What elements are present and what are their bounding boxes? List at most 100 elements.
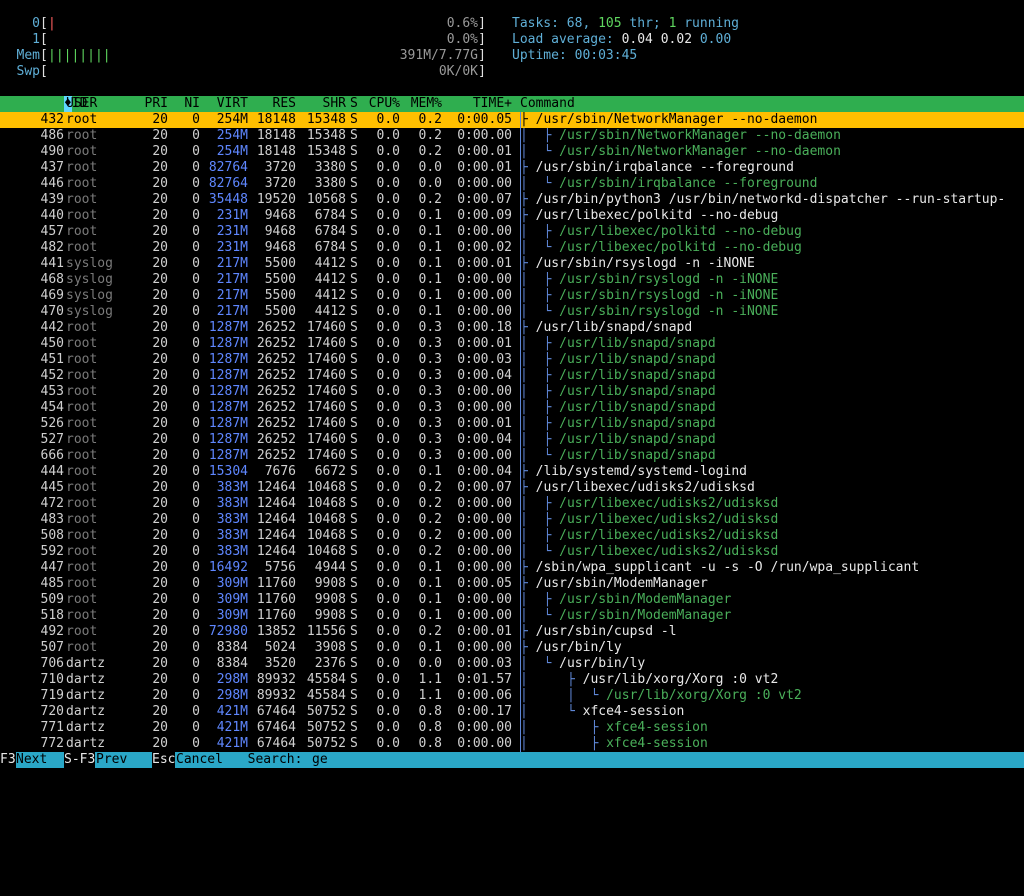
process-list[interactable]: 432 root 20 0 254M 18148 15348 S 0.0 0.2 0:00.05 ├ … [0,112,1024,752]
cell-shr: 17460 [306,400,346,415]
process-row[interactable]: 719 dartz 20 0 298M 89932 45584 S 0.0 1.1 0:00.06 │… [0,688,1024,704]
cell-shr: 6784 [314,240,346,255]
process-row[interactable]: 509 root 20 0 309M 11760 9908 S 0.0 0.1 0:00.00 │ ├… [0,592,1024,608]
shift-f3-key[interactable]: S-F3 [64,752,96,768]
process-row[interactable]: 485 root 20 0 309M 11760 9908 S 0.0 0.1 0:00.05 ├ /… [0,576,1024,592]
cell-pri: 20 [152,416,168,431]
process-row[interactable]: 446 root 20 0 82764 3720 3380 S 0.0 0.0 0:00.00 │ └… [0,176,1024,192]
f3-key[interactable]: F3 [0,752,16,768]
process-row[interactable]: 518 root 20 0 309M 11760 9908 S 0.0 0.1 0:00.00 │ └… [0,608,1024,624]
process-row[interactable]: 442 root 20 0 1287M 26252 17460 S 0.0 0.3 0:00.18 ├… [0,320,1024,336]
column-virt[interactable]: VIRT [200,96,248,112]
cell-user: root [66,160,98,175]
cell-cpu: 0.0 [376,448,400,463]
cell-mem: 0.3 [418,448,442,463]
process-row[interactable]: 457 root 20 0 231M 9468 6784 S 0.0 0.1 0:00.00 │ ├ … [0,224,1024,240]
process-row[interactable]: 450 root 20 0 1287M 26252 17460 S 0.0 0.3 0:00.01 │… [0,336,1024,352]
process-row[interactable]: 439 root 20 0 35448 19520 10568 S 0.0 0.2 0:00.07 ├… [0,192,1024,208]
cancel-button[interactable]: Cancel [176,752,223,768]
column-res[interactable]: RES [250,96,296,112]
cell-pid: 452 [40,368,64,383]
process-row[interactable]: 452 root 20 0 1287M 26252 17460 S 0.0 0.3 0:00.04 │… [0,368,1024,384]
cell-ni: 0 [192,384,200,399]
process-row[interactable]: 490 root 20 0 254M 18148 15348 S 0.0 0.2 0:00.01 │ … [0,144,1024,160]
process-row[interactable]: 454 root 20 0 1287M 26252 17460 S 0.0 0.3 0:00.00 │… [0,400,1024,416]
process-row[interactable]: 710 dartz 20 0 298M 89932 45584 S 0.0 1.1 0:01.57 │… [0,672,1024,688]
process-row[interactable]: 432 root 20 0 254M 18148 15348 S 0.0 0.2 0:00.05 ├ … [0,112,1024,128]
process-row[interactable]: 772 dartz 20 0 421M 67464 50752 S 0.0 0.8 0:00.00 │… [0,736,1024,752]
process-row[interactable]: 445 root 20 0 383M 12464 10468 S 0.0 0.2 0:00.07 ├ … [0,480,1024,496]
cell-pri: 20 [152,496,168,511]
cell-pri: 20 [152,736,168,751]
process-row[interactable]: 447 root 20 0 16492 5756 4944 S 0.0 0.1 0:00.00 ├ /… [0,560,1024,576]
process-row[interactable]: 468 syslog 20 0 217M 5500 4412 S 0.0 0.1 0:00.00 │ … [0,272,1024,288]
column-ni[interactable]: NI [172,96,200,112]
process-row[interactable]: 472 root 20 0 383M 12464 10468 S 0.0 0.2 0:00.00 │ … [0,496,1024,512]
cell-ni: 0 [192,608,200,623]
cell-pri: 20 [152,352,168,367]
process-row[interactable]: 507 root 20 0 8384 5024 3908 S 0.0 0.1 0:00.00 ├ /u… [0,640,1024,656]
cell-time: 0:01.57 [457,672,512,687]
process-row[interactable]: 508 root 20 0 383M 12464 10468 S 0.0 0.2 0:00.00 │ … [0,528,1024,544]
cell-pid: 442 [40,320,64,335]
column-shr[interactable]: SHR [298,96,346,112]
process-row[interactable]: 451 root 20 0 1287M 26252 17460 S 0.0 0.3 0:00.03 │… [0,352,1024,368]
esc-key[interactable]: Esc [152,752,176,768]
process-row[interactable]: 492 root 20 0 72980 13852 11556 S 0.0 0.2 0:00.01 ├… [0,624,1024,640]
cell-command: │ └ /usr/bin/ly [520,656,1024,672]
cell-virt: 421M [216,704,248,719]
column-state[interactable]: S [350,96,362,112]
cell-res: 11760 [256,576,296,591]
cell-pri: 20 [152,432,168,447]
process-row[interactable]: 771 dartz 20 0 421M 67464 50752 S 0.0 0.8 0:00.00 │… [0,720,1024,736]
cell-virt: 217M [216,272,248,287]
cell-pri: 20 [152,288,168,303]
cell-user: root [66,400,98,415]
process-row[interactable]: 440 root 20 0 231M 9468 6784 S 0.0 0.1 0:00.09 ├ /u… [0,208,1024,224]
next-button[interactable]: Next [16,752,47,768]
tasks-line: Tasks: 68, 105 thr; 1 running [512,16,740,31]
cell-res: 9468 [264,224,296,239]
process-row[interactable]: 592 root 20 0 383M 12464 10468 S 0.0 0.2 0:00.00 │ … [0,544,1024,560]
tree-branch: ├ [520,640,536,655]
column-user[interactable]: USER [66,96,138,112]
command-text: /usr/lib/snapd/snapd [559,400,716,415]
process-row[interactable]: 483 root 20 0 383M 12464 10468 S 0.0 0.2 0:00.00 │ … [0,512,1024,528]
column-time[interactable]: TIME+ [444,96,512,112]
cell-user: root [66,416,98,431]
process-row[interactable]: 470 syslog 20 0 217M 5500 4412 S 0.0 0.1 0:00.00 │ … [0,304,1024,320]
cell-shr: 4412 [314,288,346,303]
command-text: /usr/sbin/NetworkManager --no-daemon [535,112,818,127]
column-command[interactable]: Command [520,96,1024,112]
cell-shr: 10468 [306,512,346,527]
cell-cpu: 0.0 [376,640,400,655]
cell-command: │ ├ /usr/lib/xorg/Xorg :0 vt2 [520,672,1024,688]
process-row[interactable]: 720 dartz 20 0 421M 67464 50752 S 0.0 0.8 0:00.17 │… [0,704,1024,720]
process-row[interactable]: 527 root 20 0 1287M 26252 17460 S 0.0 0.3 0:00.04 │… [0,432,1024,448]
column-mem[interactable]: MEM% [404,96,442,112]
cell-mem: 0.1 [418,560,442,575]
cell-virt: 309M [216,592,248,607]
process-row[interactable]: 444 root 20 0 15304 7676 6672 S 0.0 0.1 0:00.04 ├ /… [0,464,1024,480]
cell-user: root [66,576,98,591]
prev-button[interactable]: Prev [96,752,127,768]
process-row[interactable]: 706 dartz 20 0 8384 3520 2376 S 0.0 0.0 0:00.03 │ └… [0,656,1024,672]
tree-branch: │ ├ [520,432,560,447]
cell-pid: 447 [40,560,64,575]
process-row[interactable]: 666 root 20 0 1287M 26252 17460 S 0.0 0.3 0:00.00 │… [0,448,1024,464]
search-input[interactable]: ge [312,752,328,768]
column-pri[interactable]: PRI [140,96,168,112]
process-row[interactable]: 441 syslog 20 0 217M 5500 4412 S 0.0 0.1 0:00.01 ├ … [0,256,1024,272]
process-row[interactable]: 526 root 20 0 1287M 26252 17460 S 0.0 0.3 0:00.01 │… [0,416,1024,432]
process-row[interactable]: 453 root 20 0 1287M 26252 17460 S 0.0 0.3 0:00.00 │… [0,384,1024,400]
cell-shr: 10468 [306,496,346,511]
process-row[interactable]: 486 root 20 0 254M 18148 15348 S 0.0 0.2 0:00.00 │ … [0,128,1024,144]
command-text: /usr/lib/snapd/snapd [559,352,716,367]
process-row[interactable]: 469 syslog 20 0 217M 5500 4412 S 0.0 0.1 0:00.00 │ … [0,288,1024,304]
process-row[interactable]: 482 root 20 0 231M 9468 6784 S 0.0 0.1 0:00.02 │ └ … [0,240,1024,256]
column-cpu[interactable]: CPU% [364,96,400,112]
cell-user: syslog [66,288,113,303]
cell-virt: 231M [216,224,248,239]
process-row[interactable]: 437 root 20 0 82764 3720 3380 S 0.0 0.0 0:00.01 ├ /… [0,160,1024,176]
command-text: /usr/sbin/rsyslogd -n -iNONE [559,288,779,303]
